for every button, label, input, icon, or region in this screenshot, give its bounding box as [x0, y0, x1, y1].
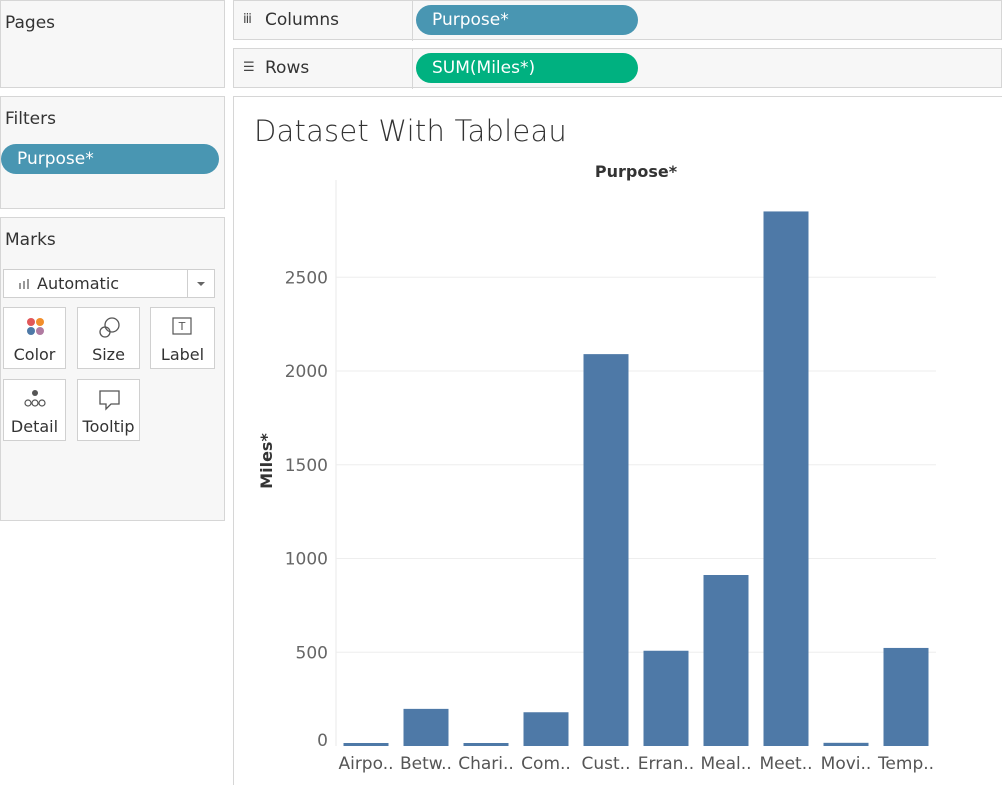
size-icon — [99, 317, 120, 338]
columns-label: Columns — [265, 10, 339, 30]
color-label: Color — [13, 345, 56, 364]
tooltip-icon — [99, 390, 120, 411]
marks-title: Marks — [5, 230, 56, 250]
chevron-down-icon[interactable] — [187, 270, 214, 297]
pages-title: Pages — [5, 13, 56, 33]
size-button[interactable]: Size — [77, 307, 140, 369]
size-label: Size — [92, 345, 125, 364]
mark-type-value: Automatic — [37, 274, 120, 293]
label-button[interactable]: T Label — [150, 307, 215, 369]
columns-icon: iii — [243, 12, 252, 27]
filters-panel: Filters Purpose* — [0, 96, 225, 209]
tooltip-label: Tooltip — [82, 417, 135, 436]
color-button[interactable]: Color — [3, 307, 66, 369]
tooltip-button[interactable]: Tooltip — [77, 379, 140, 441]
rows-label: Rows — [265, 58, 310, 78]
label-label: Label — [160, 345, 205, 364]
mark-type-dropdown[interactable]: Automatic — [3, 269, 215, 298]
sheet-title: Dataset With Tableau — [254, 114, 567, 148]
pages-panel: Pages — [0, 0, 225, 88]
filter-pill-purpose[interactable]: Purpose* — [1, 144, 219, 174]
detail-icon — [24, 390, 46, 407]
bar-chart-icon — [19, 279, 29, 289]
view-canvas — [233, 96, 1002, 785]
rows-pill-sum-miles[interactable]: SUM(Miles*) — [416, 53, 638, 83]
rows-icon: ☰ — [243, 60, 255, 75]
filters-title: Filters — [5, 109, 56, 129]
marks-panel: Marks — [0, 217, 225, 521]
label-icon: T — [172, 317, 192, 335]
svg-text:T: T — [178, 320, 186, 333]
detail-label: Detail — [10, 417, 59, 436]
columns-pill-purpose[interactable]: Purpose* — [416, 5, 638, 35]
detail-button[interactable]: Detail — [3, 379, 66, 441]
color-icon — [27, 318, 44, 335]
